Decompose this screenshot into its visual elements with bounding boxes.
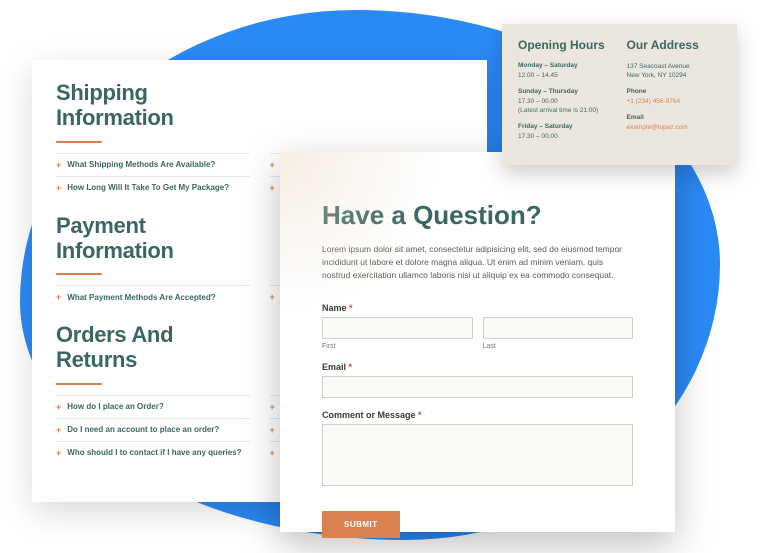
plus-icon: +: [56, 402, 61, 412]
comment-field-group: Comment or Message *: [322, 410, 633, 491]
faq-item[interactable]: +How Long Will It Take To Get My Package…: [56, 176, 250, 199]
plus-icon: +: [270, 183, 275, 193]
address-text: 137 Seacoast Avenue New York, NY 10294: [627, 62, 722, 80]
hours-text: 17.30 – 00.00: [518, 132, 613, 141]
divider: [56, 273, 102, 275]
plus-icon: +: [270, 448, 275, 458]
hours-label: Friday – Saturday: [518, 123, 613, 130]
hours-label: Monday – Saturday: [518, 62, 613, 69]
email-field-group: Email *: [322, 362, 633, 398]
email-label: Email: [627, 114, 722, 121]
first-name-input[interactable]: [322, 317, 473, 339]
plus-icon: +: [270, 292, 275, 302]
info-card: Opening Hours Monday – Saturday 12.00 – …: [502, 24, 737, 165]
last-sublabel: Last: [483, 343, 634, 350]
divider: [56, 383, 102, 385]
plus-icon: +: [56, 183, 61, 193]
hours-label: Sunday – Thursday: [518, 88, 613, 95]
faq-title: Shipping Information: [56, 80, 236, 131]
faq-item[interactable]: +What Shipping Methods Are Available?: [56, 153, 250, 176]
name-label: Name *: [322, 303, 633, 313]
plus-icon: +: [270, 402, 275, 412]
last-name-input[interactable]: [483, 317, 634, 339]
faq-title: Payment Information: [56, 213, 236, 264]
plus-icon: +: [270, 160, 275, 170]
address-col: Our Address 137 Seacoast Avenue New York…: [627, 38, 722, 149]
contact-description: Lorem ipsum dolor sit amet, consectetur …: [322, 243, 633, 281]
plus-icon: +: [56, 292, 61, 302]
contact-title: Have a Question?: [322, 200, 633, 231]
hours-text: 12.00 – 14.45: [518, 71, 613, 80]
opening-hours-title: Opening Hours: [518, 38, 613, 52]
address-title: Our Address: [627, 38, 722, 52]
email-input[interactable]: [322, 376, 633, 398]
plus-icon: +: [56, 160, 61, 170]
phone-label: Phone: [627, 88, 722, 95]
comment-label: Comment or Message *: [322, 410, 633, 420]
comment-textarea[interactable]: [322, 424, 633, 486]
hours-text: 17.30 – 00.00 (Latest arrival time is 21…: [518, 97, 613, 115]
faq-item[interactable]: +How do I place an Order?: [56, 395, 250, 418]
plus-icon: +: [56, 425, 61, 435]
faq-title: Orders And Returns: [56, 322, 236, 373]
faq-item[interactable]: +Do I need an account to place an order?: [56, 418, 250, 441]
email-link[interactable]: example@topaz.com: [627, 123, 722, 132]
email-label: Email *: [322, 362, 633, 372]
plus-icon: +: [56, 448, 61, 458]
divider: [56, 141, 102, 143]
first-sublabel: First: [322, 343, 473, 350]
name-field-group: Name * First Last: [322, 303, 633, 350]
plus-icon: +: [270, 425, 275, 435]
opening-hours-col: Opening Hours Monday – Saturday 12.00 – …: [518, 38, 613, 149]
faq-item[interactable]: +Who should I to contact if I have any q…: [56, 441, 250, 464]
contact-card: Have a Question? Lorem ipsum dolor sit a…: [280, 152, 675, 532]
submit-button[interactable]: SUBMIT: [322, 511, 400, 538]
phone-link[interactable]: +1 (234) 456-9764: [627, 97, 722, 106]
faq-item[interactable]: +What Payment Methods Are Accepted?: [56, 285, 250, 308]
